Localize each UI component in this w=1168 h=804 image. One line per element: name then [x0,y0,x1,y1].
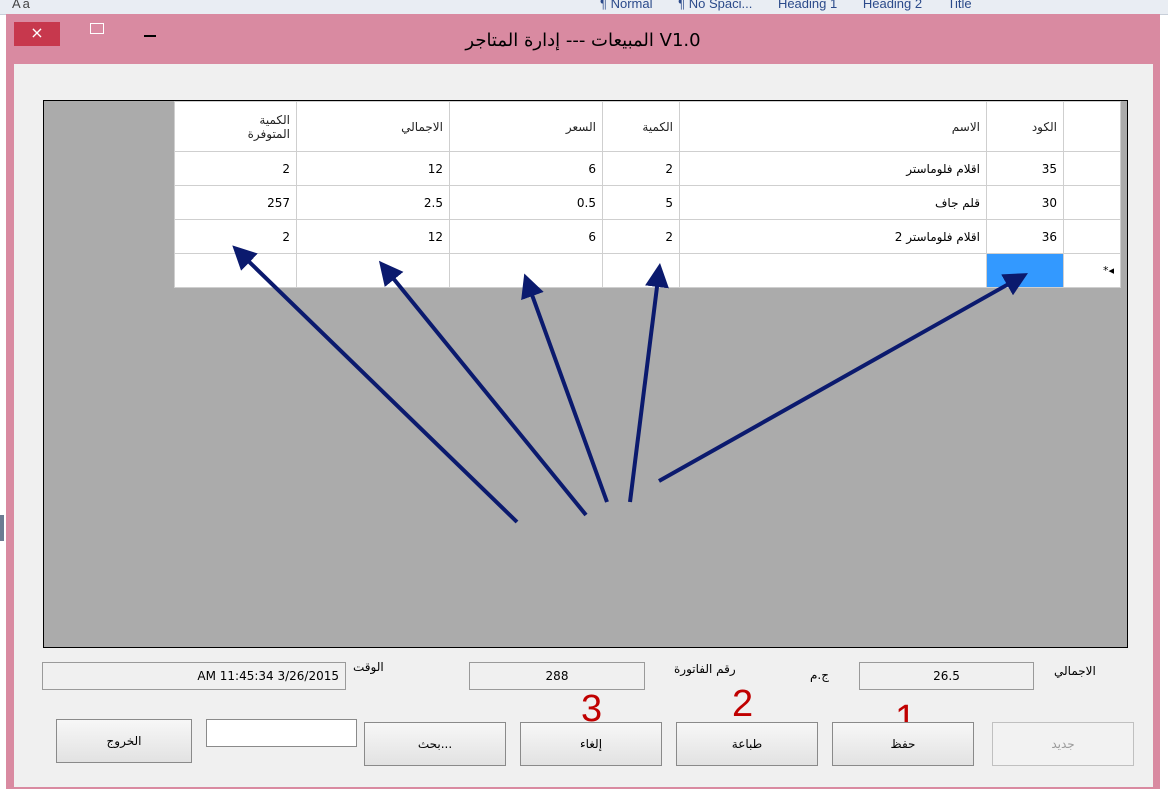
save-button[interactable]: حفظ [832,722,974,766]
background-edge [0,515,4,541]
sales-window: المبيعات --- إدارة المتاجر V1.0 × الكمية… [6,14,1160,789]
window-title: المبيعات --- إدارة المتاجر V1.0 [465,30,701,51]
maximize-button[interactable] [90,23,104,34]
annotation-arrows [232,245,1028,524]
time-label: الوقت [353,660,384,674]
ribbon-style-no-spacing: ¶ No Spaci... [678,0,753,11]
arrow-to-total [378,260,588,517]
cancel-button[interactable]: إلغاء [520,722,662,766]
search-input[interactable] [206,719,357,747]
exit-button[interactable]: الخروج [56,719,192,763]
ribbon-font-label: Aa [12,0,32,11]
sales-data-grid[interactable]: الكمية المتوفرة الاجمالي السعر الكمية ال… [43,100,1128,648]
print-button[interactable]: طباعة [676,722,818,766]
form-client-area: الكمية المتوفرة الاجمالي السعر الكمية ال… [14,64,1153,787]
close-button[interactable]: × [14,22,60,46]
title-bar[interactable]: المبيعات --- إدارة المتاجر V1.0 × [6,14,1160,64]
time-value-field: AM 11:45:34 3/26/2015 [42,662,346,690]
ribbon-style-heading-2: Heading 2 [862,0,923,11]
new-button[interactable]: جديد [992,722,1134,766]
invoice-value-field: 288 [469,662,645,690]
minimize-button[interactable] [144,35,156,37]
arrow-to-code [658,273,1028,483]
ribbon-styles: ¶ Normal ¶ No Spaci... Heading 1 Heading… [600,0,994,11]
total-label: الاجمالي [1054,664,1096,678]
ribbon-style-heading-1: Heading 1 [777,0,838,11]
annotation-number-2: 2 [732,683,754,725]
ribbon-style-title: Title [947,0,972,11]
arrow-to-available [232,245,519,524]
search-button[interactable]: بحث... [364,722,506,766]
invoice-label: رقم الفاتورة [674,662,736,676]
ribbon-style-normal: ¶ Normal [600,0,653,11]
background-word-ribbon: Aa ¶ Normal ¶ No Spaci... Heading 1 Head… [0,0,1168,15]
currency-label: ج.م [810,668,829,682]
total-value-field: 26.5 [859,662,1034,690]
background-document-text [0,790,1168,804]
arrow-to-qty [628,263,669,503]
arrow-to-price [521,273,609,503]
